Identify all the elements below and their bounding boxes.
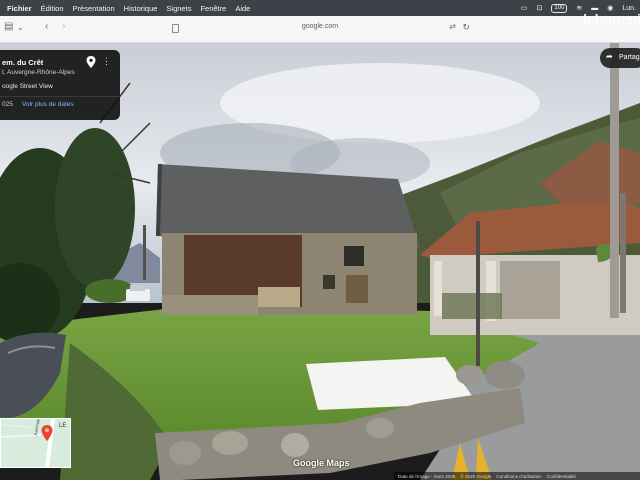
menu-fichier[interactable]: Fichier <box>7 4 32 13</box>
wifi-icon[interactable]: ≋ <box>576 4 582 12</box>
battery-percent-badge[interactable]: 100 <box>551 3 568 13</box>
terms-link[interactable]: Conditions d'utilisation <box>496 474 542 479</box>
minimap-location-pin-icon <box>41 425 53 441</box>
back-icon[interactable]: ‹ <box>45 21 48 32</box>
sidebar-toggle-icon[interactable]: ▤ <box>4 21 13 32</box>
date-row: 025 Voir plus de dates <box>0 101 120 113</box>
capture-date: 025 <box>2 101 13 108</box>
macos-menubar: Fichier Édition Présentation Historique … <box>0 0 640 16</box>
share-button[interactable]: ➦ Partag <box>600 48 640 68</box>
place-region: t, Auvergne-Rhône-Alpes <box>2 69 75 76</box>
menu-presentation[interactable]: Présentation <box>73 4 115 13</box>
display-icon[interactable]: ⊡ <box>537 4 543 12</box>
watermark-logo: leboncoin <box>583 12 640 29</box>
menu-fenetre[interactable]: Fenêtre <box>200 4 226 13</box>
translate-icon[interactable]: ⇄ <box>449 22 456 31</box>
more-options-icon[interactable]: ⋮ <box>102 56 111 67</box>
control-center-icon[interactable]: ◉ <box>607 4 613 12</box>
chevron-down-icon[interactable]: ⌄ <box>17 23 24 32</box>
screen-mirroring-icon[interactable]: ▭ <box>521 4 528 12</box>
place-name: em. du Crêt <box>2 58 44 67</box>
location-pin-icon[interactable] <box>86 56 96 68</box>
google-maps-logo: Google Maps <box>293 458 350 468</box>
card-divider <box>0 96 120 97</box>
forward-icon[interactable]: › <box>62 21 65 32</box>
share-label: Partag <box>619 54 640 61</box>
address-bar[interactable]: google.com ⇄ ↻ <box>166 21 474 37</box>
privacy-link[interactable]: Confidentialité <box>547 474 576 479</box>
minimap-label: LE <box>59 423 67 429</box>
copyright-text: © 2025 Google <box>460 473 492 479</box>
battery-icon[interactable]: ▬ <box>591 5 598 12</box>
attribution-footer: Date de l'image : mars 2025 © 2025 Googl… <box>394 472 640 480</box>
menu-signets[interactable]: Signets <box>166 4 191 13</box>
location-info-card: em. du Crêt t, Auvergne-Rhône-Alpes oogl… <box>0 50 120 120</box>
minimap[interactable]: LE Avenue <box>0 418 71 468</box>
url-text: google.com <box>301 23 339 30</box>
capture-date-footer: Date de l'image : mars 2025 <box>398 473 456 479</box>
clock[interactable]: Lun. <box>622 5 636 12</box>
more-dates-link[interactable]: Voir plus de dates <box>22 101 74 108</box>
menu-edition[interactable]: Édition <box>41 4 64 13</box>
browser-toolbar: ▤ ⌄ ‹ › google.com ⇄ ↻ <box>0 16 640 43</box>
share-icon: ➦ <box>606 52 613 61</box>
menu-aide[interactable]: Aide <box>235 4 250 13</box>
menu-historique[interactable]: Historique <box>124 4 158 13</box>
reload-icon[interactable]: ↻ <box>462 22 470 33</box>
imagery-source: oogle Street View <box>2 83 53 90</box>
